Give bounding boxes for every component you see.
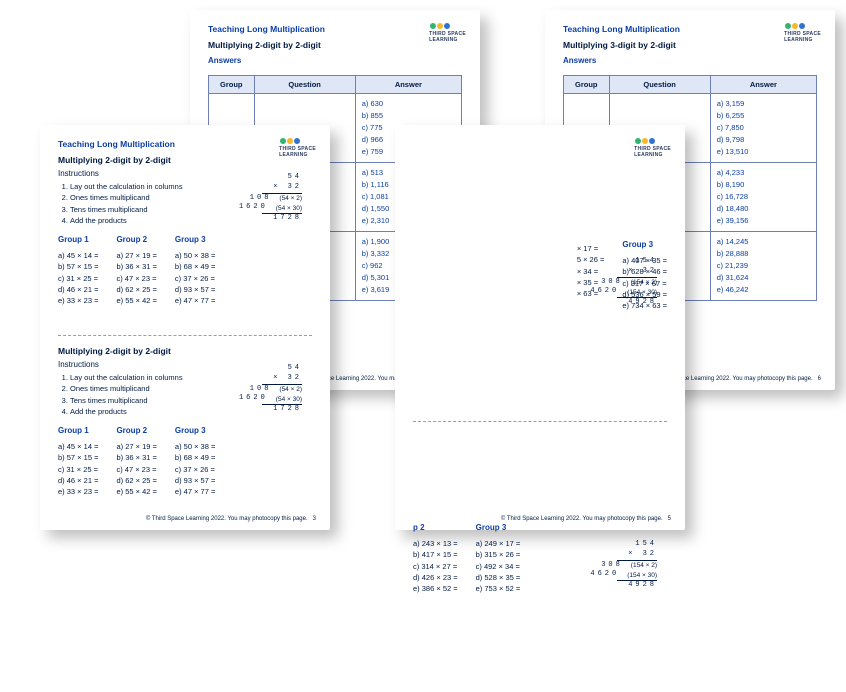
group-col: p 2 a) 243 × 13 = b) 417 × 15 = c) 314 ×…	[413, 522, 458, 594]
brand-logo: THIRD SPACELEARNING	[429, 22, 466, 43]
group-col: Group 3 a) 249 × 17 = b) 315 × 26 = c) 4…	[476, 522, 521, 594]
doc-title: Teaching Long Multiplication	[208, 24, 462, 34]
group-col: Group 3 a) 50 × 38 = b) 68 × 49 = c) 37 …	[175, 425, 215, 497]
page-footer: © Third Space Learning 2022. You may pho…	[146, 516, 316, 522]
group-col: Group 1 a) 45 × 14 = b) 57 × 15 = c) 31 …	[58, 425, 98, 497]
group-col: Group 2 a) 27 × 19 = b) 36 × 31 = c) 47 …	[116, 425, 156, 497]
worked-example: 54 × 32 108(54 × 2) 1620(54 × 30) 1728	[239, 173, 302, 224]
th-question: Question	[254, 76, 355, 94]
cut-line	[58, 335, 312, 336]
th-group: Group	[209, 76, 255, 94]
worksheet-page-3digit: THIRD SPACELEARNING 154 × 32 308(154 × 2…	[395, 125, 685, 530]
th-question: Question	[609, 76, 710, 94]
doc-title: Teaching Long Multiplication	[563, 24, 817, 34]
th-answer: Answer	[710, 76, 816, 94]
subtitle: Multiplying 2-digit by 2-digit	[58, 155, 312, 165]
subtitle: Multiplying 2-digit by 2-digit	[208, 40, 462, 50]
group-col: Group 2 a) 27 × 19 = b) 36 × 31 = c) 47 …	[116, 234, 156, 306]
subtitle: Multiplying 3-digit by 2-digit	[563, 40, 817, 50]
group-col: Group 1 a) 45 × 14 = b) 57 × 15 = c) 31 …	[58, 234, 98, 306]
worksheet-page-2digit: THIRD SPACELEARNING Teaching Long Multip…	[40, 125, 330, 530]
worked-example: 154 × 32 308(154 × 2) 4620(154 × 30) 492…	[590, 540, 657, 591]
answers-label: Answers	[563, 56, 817, 65]
subtitle: Multiplying 2-digit by 2-digit	[58, 346, 312, 356]
page-footer: © Third Space Learning 2022. You may pho…	[501, 516, 671, 522]
brand-logo: THIRD SPACELEARNING	[784, 22, 821, 43]
th-answer: Answer	[355, 76, 461, 94]
doc-title: Teaching Long Multiplication	[58, 139, 312, 149]
th-group: Group	[564, 76, 610, 94]
brand-logo: THIRD SPACELEARNING	[634, 137, 671, 158]
worked-example: 154 × 32 308(154 × 2) 4620(154 × 30) 492…	[590, 257, 657, 308]
answers-label: Answers	[208, 56, 462, 65]
cut-line	[413, 421, 667, 422]
worked-example: 54 × 32 108(54 × 2) 1620(54 × 30) 1728	[239, 364, 302, 415]
group-col: Group 3 a) 50 × 38 = b) 68 × 49 = c) 37 …	[175, 234, 215, 306]
